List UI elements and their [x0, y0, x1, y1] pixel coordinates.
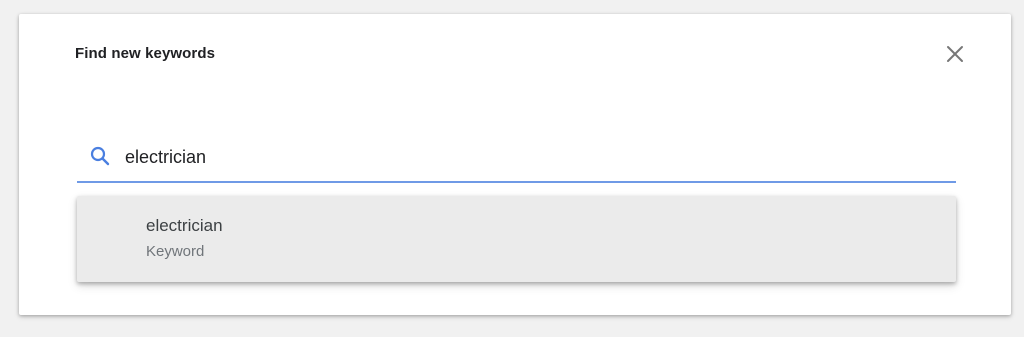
search-icon	[89, 145, 111, 167]
keyword-search-field[interactable]	[77, 138, 956, 183]
suggestion-type: Keyword	[146, 243, 205, 260]
suggestions-dropdown: electrician Keyword	[77, 196, 956, 282]
dialog-title: Find new keywords	[75, 45, 216, 62]
search-input[interactable]	[125, 143, 925, 171]
find-keywords-dialog: Find new keywords electrician Keyword	[19, 14, 1011, 315]
suggestion-item[interactable]: electrician Keyword	[77, 196, 956, 282]
suggestion-label: electrician	[146, 216, 223, 235]
close-icon[interactable]	[943, 42, 967, 66]
